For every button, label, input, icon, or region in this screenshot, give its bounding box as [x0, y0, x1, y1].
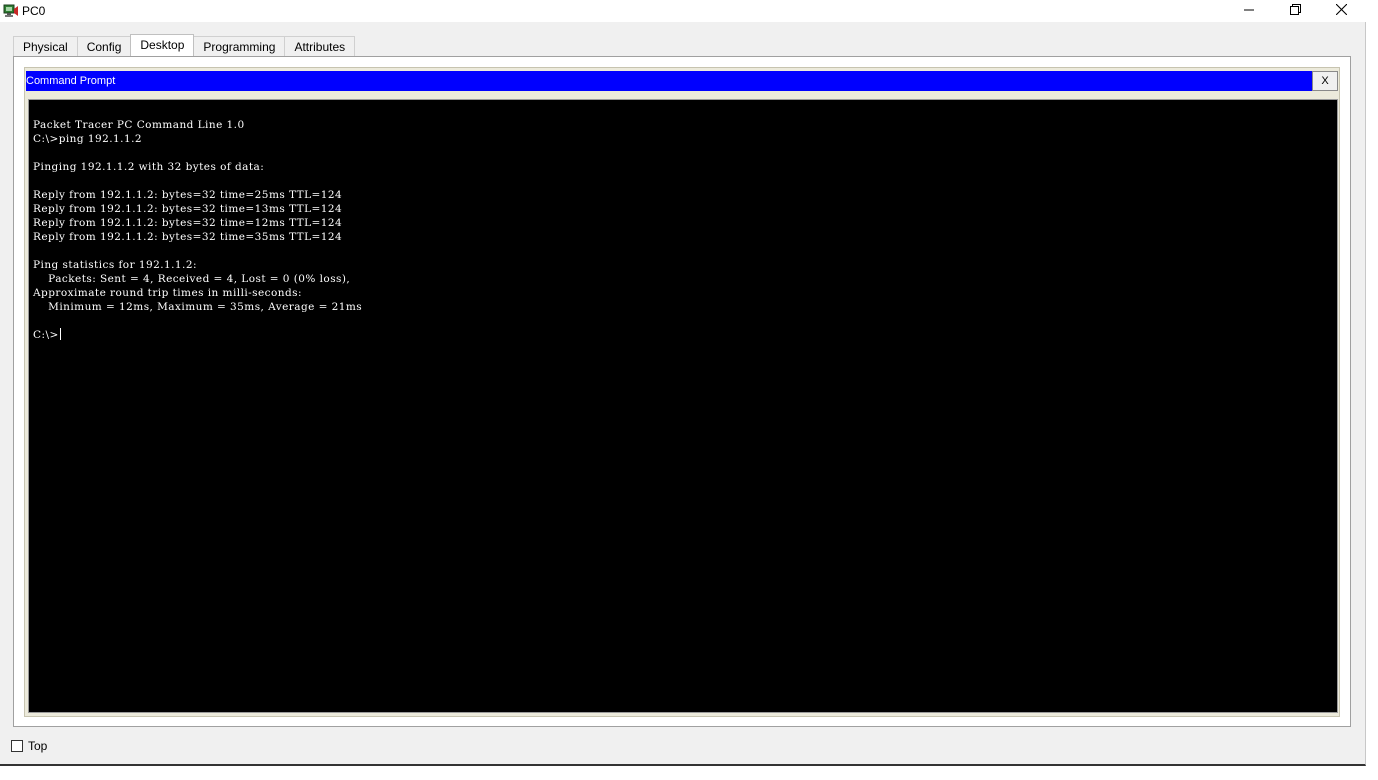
desktop-panel: Command Prompt X Packet Tracer PC Comman…: [13, 56, 1351, 727]
console-line: Packet Tracer PC Command Line 1.0: [33, 119, 245, 131]
restore-button[interactable]: [1272, 0, 1318, 22]
packet-tracer-pc-icon: [3, 3, 19, 19]
console-line: Reply from 192.1.1.2: bytes=32 time=35ms…: [33, 231, 343, 243]
pc0-window: PC0 Physical Config Desktop Programming …: [0, 0, 1366, 766]
console-line: Approximate round trip times in milli-se…: [33, 287, 302, 299]
command-prompt-text: C:\>: [33, 329, 59, 341]
window-title: PC0: [22, 4, 46, 18]
command-prompt-close-button[interactable]: X: [1312, 71, 1338, 91]
minimize-icon: [1244, 2, 1254, 20]
console-line: Pinging 192.1.1.2 with 32 bytes of data:: [33, 161, 265, 173]
bottom-bar: Top: [11, 739, 47, 753]
console-output[interactable]: Packet Tracer PC Command Line 1.0 C:\>pi…: [28, 99, 1338, 713]
tab-programming[interactable]: Programming: [193, 36, 286, 56]
console-line: Reply from 192.1.1.2: bytes=32 time=25ms…: [33, 189, 343, 201]
text-cursor: [59, 328, 61, 340]
top-checkbox-label: Top: [28, 739, 48, 753]
tab-attributes[interactable]: Attributes: [284, 36, 356, 56]
device-tabs: Physical Config Desktop Programming Attr…: [13, 34, 356, 57]
close-icon: [1335, 2, 1347, 20]
top-checkbox[interactable]: [11, 740, 23, 752]
console-line: C:\>ping 192.1.1.2: [33, 133, 143, 145]
command-prompt-title: Command Prompt: [26, 75, 116, 87]
restore-icon: [1289, 2, 1301, 20]
console-line: Reply from 192.1.1.2: bytes=32 time=12ms…: [33, 217, 343, 229]
close-window-button[interactable]: [1318, 0, 1364, 22]
console-line: Ping statistics for 192.1.1.2:: [33, 259, 197, 271]
minimize-button[interactable]: [1226, 0, 1272, 22]
tab-desktop[interactable]: Desktop: [130, 34, 195, 56]
title-bar[interactable]: PC0: [0, 0, 1366, 22]
console-line: Reply from 192.1.1.2: bytes=32 time=13ms…: [33, 203, 343, 215]
command-prompt-window: Command Prompt X Packet Tracer PC Comman…: [24, 67, 1340, 717]
console-line: Packets: Sent = 4, Received = 4, Lost = …: [33, 273, 351, 285]
console-line: Minimum = 12ms, Maximum = 35ms, Average …: [33, 301, 363, 313]
tab-physical[interactable]: Physical: [13, 36, 78, 56]
console-input-line[interactable]: C:\>: [33, 328, 1337, 342]
tab-config[interactable]: Config: [76, 36, 132, 56]
command-prompt-title-bar: Command Prompt X: [26, 71, 1338, 91]
